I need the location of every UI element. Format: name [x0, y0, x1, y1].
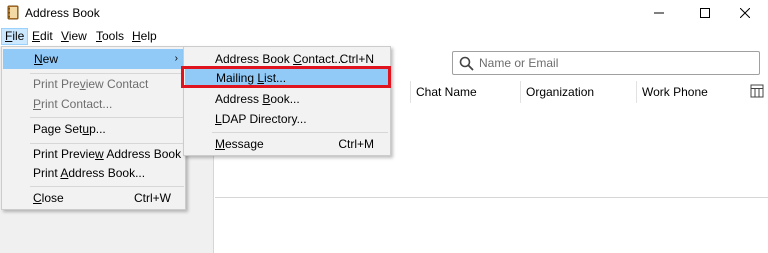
column-label: Organization — [526, 85, 595, 99]
file-menu-print-address-book[interactable]: Print Address Book... — [2, 163, 185, 183]
new-message[interactable]: Message Ctrl+M — [184, 134, 390, 154]
menu-bar: File Edit View Tools Help — [0, 26, 768, 46]
menu-separator — [30, 117, 184, 118]
column-picker-icon[interactable] — [750, 84, 764, 98]
file-menu-dropdown: New › Print Preview Contact Print Contac… — [1, 46, 186, 210]
list-divider — [215, 197, 768, 198]
column-label: Work Phone — [642, 85, 708, 99]
window-title: Address Book — [25, 6, 100, 20]
menu-file[interactable]: File — [1, 28, 29, 45]
minimize-button[interactable] — [636, 0, 682, 26]
file-menu-print-contact[interactable]: Print Contact... — [2, 94, 185, 114]
annotation-highlight-box — [181, 66, 391, 88]
file-menu-page-setup[interactable]: Page Setup... — [2, 119, 185, 139]
close-icon — [740, 8, 750, 18]
menu-tools[interactable]: Tools — [93, 28, 127, 45]
new-ldap-directory[interactable]: LDAP Directory... — [184, 109, 390, 129]
shortcut-label: Ctrl+W — [134, 191, 171, 205]
maximize-icon — [700, 8, 710, 18]
address-book-icon — [7, 5, 19, 20]
close-window-button[interactable] — [722, 0, 768, 26]
new-submenu: Address Book Contact... Ctrl+N Mailing L… — [183, 46, 391, 156]
minimize-icon — [654, 12, 664, 14]
shortcut-label: Ctrl+M — [338, 137, 374, 151]
file-menu-new[interactable]: New › — [3, 49, 184, 69]
submenu-arrow-icon: › — [174, 53, 178, 64]
search-input[interactable] — [479, 54, 754, 72]
menu-edit[interactable]: Edit — [29, 28, 56, 45]
column-label: Chat Name — [416, 85, 477, 99]
search-icon — [459, 56, 474, 71]
new-address-book[interactable]: Address Book... — [184, 89, 390, 109]
menu-view[interactable]: View — [58, 28, 90, 45]
file-menu-close[interactable]: Close Ctrl+W — [2, 188, 185, 208]
menu-separator — [30, 186, 184, 187]
column-header-work-phone[interactable]: Work Phone — [636, 81, 744, 103]
menu-help[interactable]: Help — [129, 28, 160, 45]
column-header-organization[interactable]: Organization — [520, 81, 636, 103]
menu-separator — [212, 132, 388, 133]
column-header-chat-name[interactable]: Chat Name — [410, 81, 520, 103]
file-menu-print-preview-address-book[interactable]: Print Preview Address Book — [2, 144, 185, 164]
search-box[interactable] — [452, 51, 760, 75]
file-menu-print-preview-contact[interactable]: Print Preview Contact — [2, 74, 185, 94]
title-bar: Address Book — [0, 0, 768, 26]
